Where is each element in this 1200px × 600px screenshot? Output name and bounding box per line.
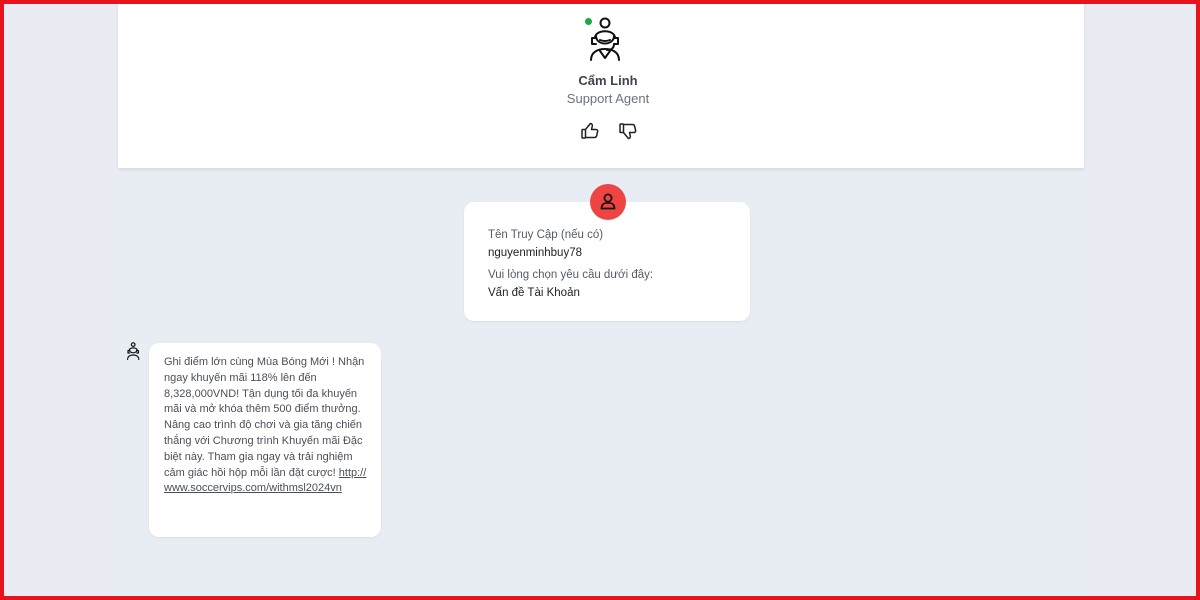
bot-message-text: Ghi điểm lớn cùng Mùa Bóng Mới ! Nhận ng… [164,356,365,479]
username-value: nguyenminhbuy78 [488,247,582,259]
thumbs-up-icon[interactable] [580,121,600,141]
agent-header: Cẩm Linh Support Agent [118,0,1084,168]
request-value: Vấn đề Tài Khoản [488,287,580,299]
thumbs-down-icon[interactable] [618,121,638,141]
username-label: Tên Truy Cập (nếu có) [488,229,604,241]
user-avatar [590,184,626,220]
user-icon [600,193,616,210]
online-status-dot [585,18,592,25]
agent-mini-icon [127,342,140,360]
request-label: Vui lòng chọn yêu cầu dưới đây: [488,269,654,281]
chat-panel: Cẩm Linh Support Agent Tên Truy Cập (nếu… [118,0,1084,600]
bot-message-bubble: Ghi điểm lớn cùng Mùa Bóng Mới ! Nhận ng… [149,343,381,537]
agent-name: Cẩm Linh [578,73,638,88]
agent-role: Support Agent [566,91,650,106]
